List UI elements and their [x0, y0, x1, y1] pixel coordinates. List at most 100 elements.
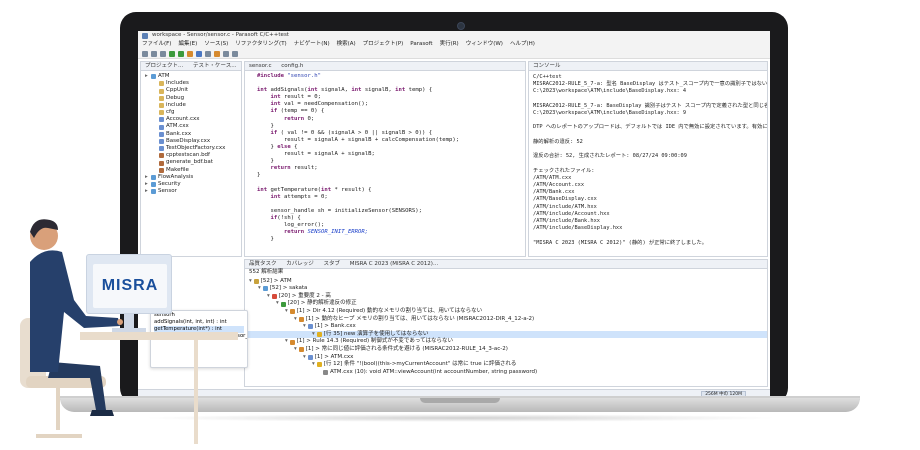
- menu-item-5[interactable]: 検索(A): [337, 40, 356, 49]
- task-row[interactable]: ▾ [1] > Bank.cxx: [245, 323, 767, 331]
- code-token: int: [257, 94, 284, 101]
- debug-icon[interactable]: [178, 50, 184, 57]
- expand-arrow-icon[interactable]: ▾: [285, 308, 288, 316]
- tab-config-h[interactable]: config.h: [281, 63, 303, 69]
- code-token: addSignals(: [270, 87, 308, 94]
- expand-arrow-icon[interactable]: ▾: [294, 346, 297, 354]
- tree-item[interactable]: ▸ FlowAnalysis: [145, 174, 241, 181]
- expand-arrow-icon[interactable]: ▾: [303, 354, 306, 362]
- tree-item[interactable]: Debug: [145, 95, 241, 102]
- menu-item-8[interactable]: 実行(R): [440, 40, 459, 49]
- tree-item[interactable]: BaseDisplay.cxx: [145, 138, 241, 145]
- console-line: 違反の合計: 52, 生成されたレポート: 08/27/24 09:00:09: [533, 153, 687, 160]
- laptop-notch: [420, 398, 500, 403]
- expand-arrow-icon[interactable]: ▾: [303, 323, 306, 331]
- task-row[interactable]: ▾ [1] > 動的なヒープ メモリの割り当ては、用いてはならない (MISRAC…: [245, 316, 767, 324]
- expand-arrow-icon[interactable]: ▸: [145, 174, 149, 181]
- task-row[interactable]: ▾ [52] > sakata: [245, 285, 767, 293]
- tab-test-case[interactable]: テスト・ケース...: [193, 63, 236, 69]
- tree-item[interactable]: ATM.cxx: [145, 123, 241, 130]
- task-row[interactable]: ▾ [20] > 静的解析違反の修正: [245, 300, 767, 308]
- menu-item-10[interactable]: ヘルプ(H): [510, 40, 535, 49]
- code-token: SENSOR_INIT_ERROR;: [307, 229, 369, 236]
- tab-stubs[interactable]: スタブ: [324, 261, 341, 267]
- test-icon[interactable]: [196, 50, 202, 57]
- marker-icon[interactable]: [214, 50, 220, 57]
- menu-item-4[interactable]: ナビゲート(N): [294, 40, 330, 49]
- tree-item[interactable]: include: [145, 102, 241, 109]
- task-row[interactable]: ▾ [1] > ATM.cxx: [245, 354, 767, 362]
- expand-arrow-icon[interactable]: ▾: [267, 293, 270, 301]
- tree-item-label: Makefile: [166, 166, 189, 173]
- expand-arrow-icon[interactable]: ▾: [249, 278, 252, 286]
- code-line: int val = needCompensation();: [245, 101, 525, 108]
- new-icon[interactable]: [142, 50, 148, 57]
- menu-item-6[interactable]: プロジェクト(P): [363, 40, 404, 49]
- tree-item[interactable]: CppUnit: [145, 87, 241, 94]
- tree-item[interactable]: cpptestscan.bdf: [145, 152, 241, 159]
- task-row[interactable]: ▾ [行 12] 条件 "!(bool)(this->myCurrentAccou…: [245, 361, 767, 369]
- tree-item[interactable]: ▸ Security: [145, 181, 241, 188]
- task-row[interactable]: ▾ [1] > 常に同じ値に評価される条件式を避ける (MISRAC2012-RU…: [245, 346, 767, 354]
- tree-item[interactable]: Bank.cxx: [145, 131, 241, 138]
- menu-item-9[interactable]: ウィンドウ(W): [466, 40, 503, 49]
- tab-sensor-c[interactable]: sensor.c: [249, 63, 272, 69]
- task-row[interactable]: ▾ [1] > Rule 14.3 (Required) 制御式が不変であってはな…: [245, 338, 767, 346]
- tree-item[interactable]: ▸ Sensor: [145, 188, 241, 195]
- search-icon[interactable]: [205, 50, 211, 57]
- print-icon[interactable]: [160, 50, 166, 57]
- expand-arrow-icon[interactable]: ▾: [276, 300, 279, 308]
- expand-arrow-icon[interactable]: ▸: [145, 188, 149, 195]
- forward-icon[interactable]: [232, 50, 238, 57]
- tab-project[interactable]: プロジェクト...: [145, 63, 183, 69]
- save-icon[interactable]: [151, 50, 157, 57]
- code-token: log_error();: [257, 221, 325, 228]
- menu-item-7[interactable]: Parasoft: [410, 40, 432, 49]
- code-token: * result) {: [334, 186, 372, 193]
- code-token: int: [257, 186, 271, 193]
- user-icon: [262, 286, 268, 292]
- expand-arrow-icon[interactable]: ▸: [145, 73, 149, 80]
- task-row[interactable]: ▾ [1] > Dir 4.12 (Required) 動的なメモリの割り当ては、…: [245, 308, 767, 316]
- tree-item[interactable]: generate_bdf.bat: [145, 159, 241, 166]
- task-row[interactable]: ATM.cxx (10): void ATM::viewAccount(int …: [245, 369, 767, 377]
- code-area[interactable]: #include "sensor.h" int addSignals(int s…: [245, 71, 525, 243]
- back-icon[interactable]: [223, 50, 229, 57]
- tree-item[interactable]: TestObjectFactory.cxx: [145, 145, 241, 152]
- tab-quality-tasks[interactable]: 品質タスク: [249, 261, 277, 267]
- console-line: MISRAC2012-RULE_5_7-a: BaseDisplay 識別子はテ…: [533, 102, 768, 109]
- task-row[interactable]: ▾ [52] > ATM: [245, 278, 767, 286]
- tree-item[interactable]: Account.cxx: [145, 116, 241, 123]
- console-tabs: コンソール: [529, 62, 767, 71]
- tab-misra[interactable]: MISRA C 2023 (MISRA C 2012)...: [350, 261, 438, 267]
- outline-item[interactable]: initializeSensor(unsigned) : sensor_h: [154, 333, 247, 340]
- menu-item-3[interactable]: リファクタリング(T): [235, 40, 286, 49]
- menu-bar: ファイル(F) 編集(E) ソース(S) リファクタリング(T) ナビゲート(N) 検索(…: [138, 40, 770, 49]
- expand-arrow-icon[interactable]: ▸: [145, 181, 149, 188]
- project-icon: [151, 174, 156, 180]
- task-label: [1] > 常に同じ値に評価される条件式を避ける (MISRAC2012-RUL…: [305, 345, 508, 352]
- tree-item[interactable]: cfg: [145, 109, 241, 116]
- person-hair: [30, 219, 58, 238]
- tree-item[interactable]: Includes: [145, 80, 241, 87]
- outline-item[interactable]: getTemperature(int*) : int: [154, 326, 244, 333]
- folder-icon: [159, 81, 164, 87]
- tab-coverage[interactable]: カバレッジ: [286, 261, 314, 267]
- code-editor: sensor.c config.h #include "sensor.h" in…: [244, 61, 526, 257]
- menu-item-0[interactable]: ファイル(F): [142, 40, 171, 49]
- expand-arrow-icon[interactable]: ▾: [312, 361, 315, 369]
- tree-item[interactable]: ▸ ATM: [145, 73, 241, 80]
- expand-arrow-icon[interactable]: ▾: [285, 338, 288, 346]
- menu-item-1[interactable]: 編集(E): [178, 40, 197, 49]
- tree-item[interactable]: Makefile: [145, 167, 241, 174]
- menu-item-2[interactable]: ソース(S): [204, 40, 228, 49]
- run-icon[interactable]: [169, 50, 175, 57]
- tab-console[interactable]: コンソール: [533, 63, 561, 69]
- outline-item[interactable]: addSignals(int, int, int) : int: [154, 319, 244, 326]
- toolbar: [138, 49, 770, 59]
- expand-arrow-icon[interactable]: ▾: [294, 316, 297, 324]
- console-line: チェックされたファイル:: [533, 167, 595, 174]
- build-icon[interactable]: [187, 50, 193, 57]
- expand-arrow-icon[interactable]: ▾: [258, 285, 261, 293]
